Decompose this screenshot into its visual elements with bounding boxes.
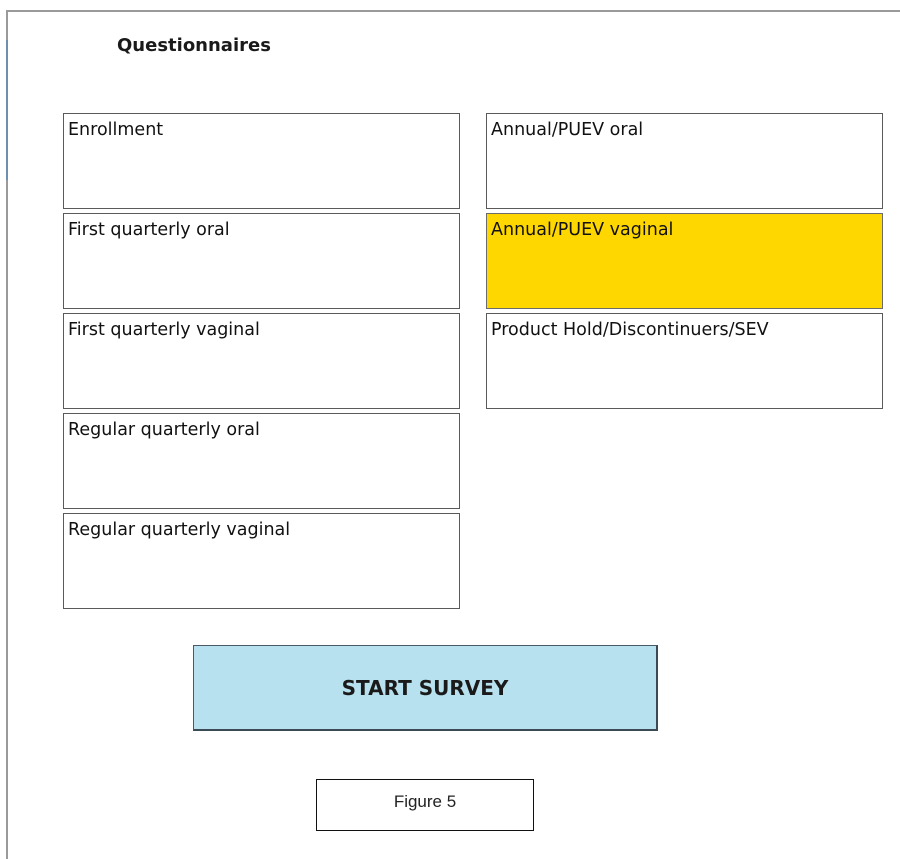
option-enrollment[interactable]: Enrollment <box>63 113 460 209</box>
start-survey-button[interactable]: START SURVEY <box>193 645 658 731</box>
window-top-border <box>6 10 900 12</box>
option-annual-puev-oral[interactable]: Annual/PUEV oral <box>486 113 883 209</box>
option-first-quarterly-vaginal[interactable]: First quarterly vaginal <box>63 313 460 409</box>
figure-caption: Figure 5 <box>316 779 534 831</box>
start-survey-label: START SURVEY <box>341 675 509 700</box>
option-first-quarterly-oral[interactable]: First quarterly oral <box>63 213 460 309</box>
page-title: Questionnaires <box>117 35 271 56</box>
option-regular-quarterly-vaginal[interactable]: Regular quarterly vaginal <box>63 513 460 609</box>
window-left-accent <box>6 40 8 180</box>
option-annual-puev-vaginal[interactable]: Annual/PUEV vaginal <box>486 213 883 309</box>
option-product-hold-discontinuers-sev[interactable]: Product Hold/Discontinuers/SEV <box>486 313 883 409</box>
option-regular-quarterly-oral[interactable]: Regular quarterly oral <box>63 413 460 509</box>
figure-caption-text: Figure 5 <box>393 792 457 811</box>
